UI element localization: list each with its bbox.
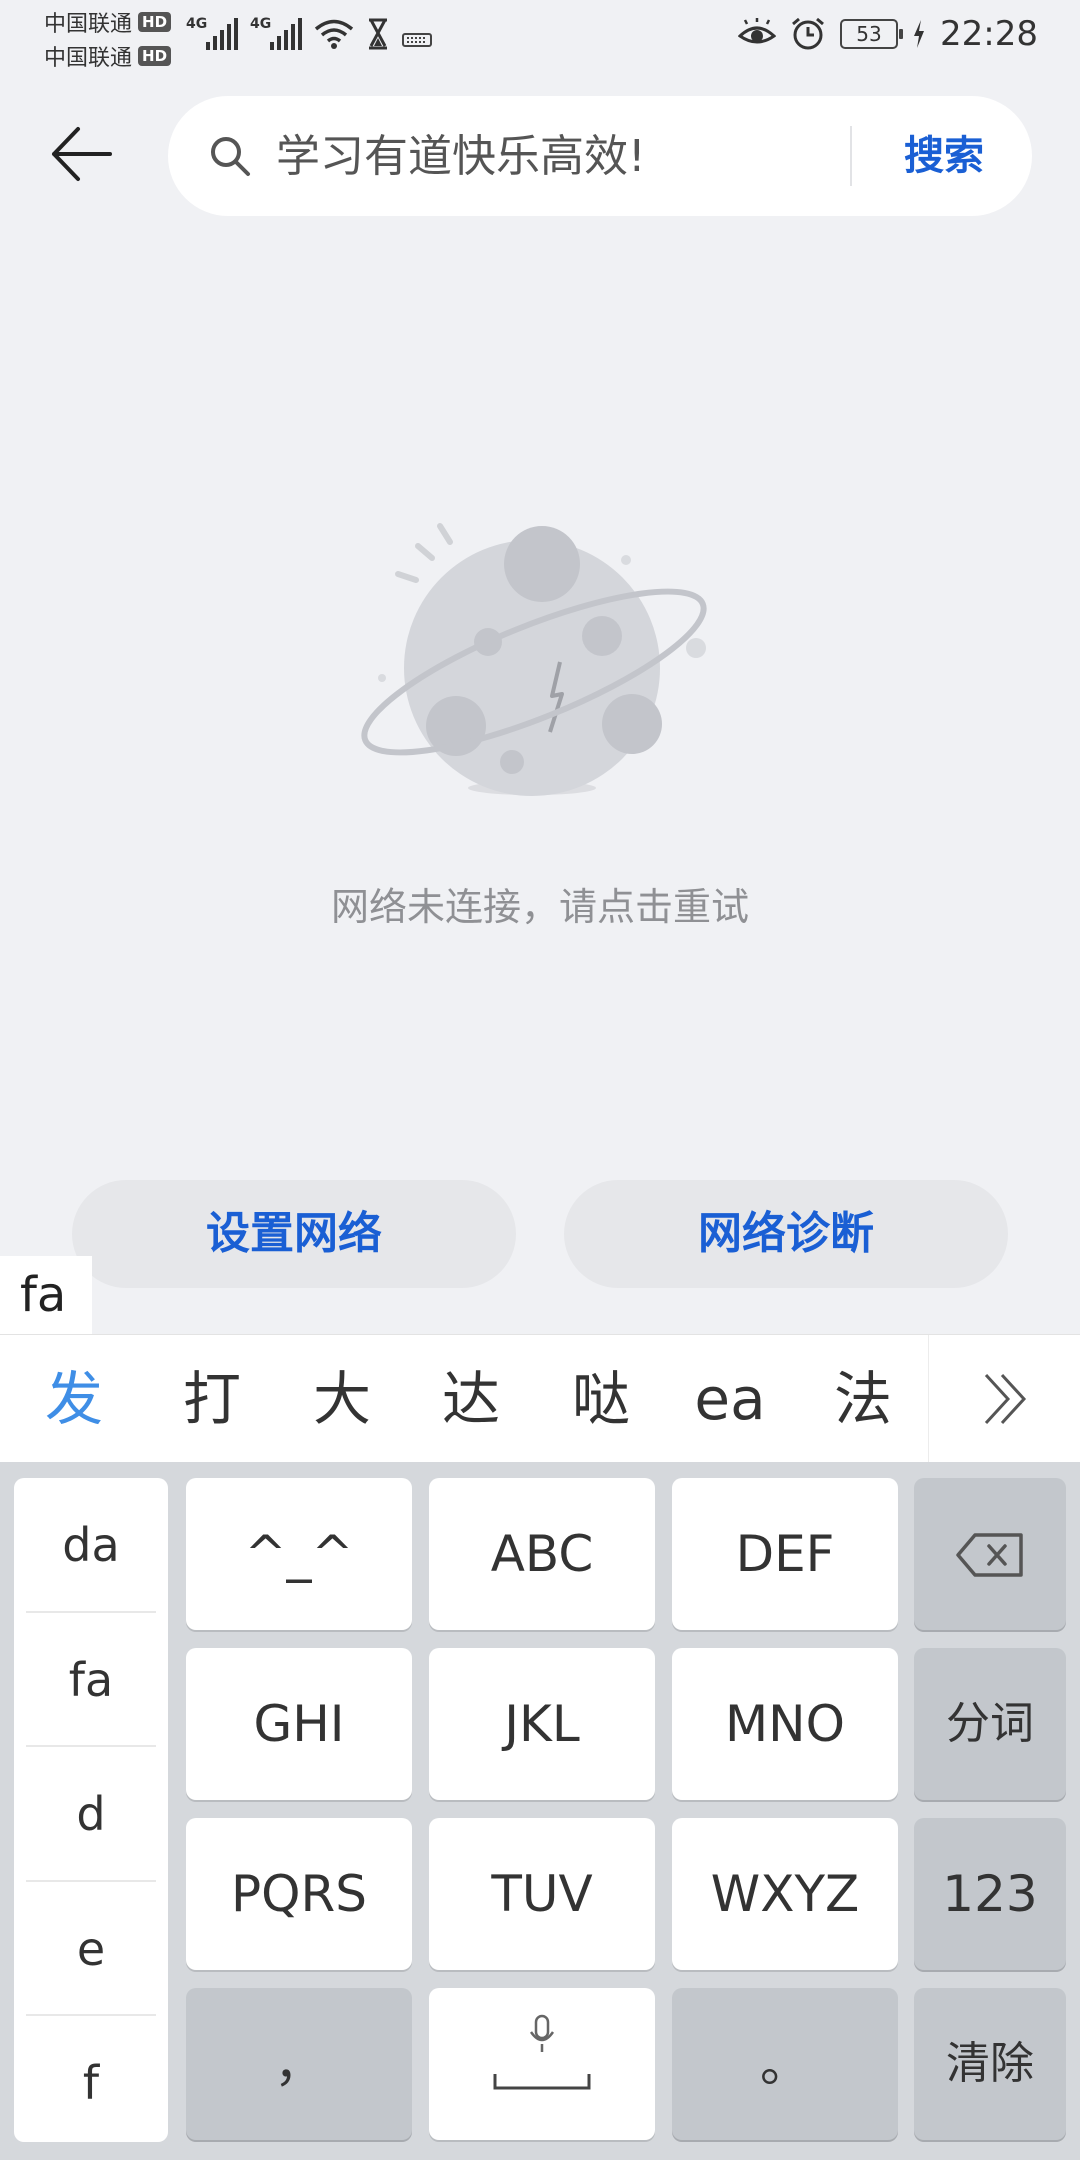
key-mno[interactable]: MNO (672, 1648, 898, 1800)
candidate-item[interactable]: 发 (45, 1335, 103, 1463)
key-numbers[interactable]: 123 (914, 1818, 1066, 1970)
expand-candidates-button[interactable] (928, 1335, 1080, 1463)
key-def[interactable]: DEF (672, 1478, 898, 1630)
microphone-icon (529, 2014, 555, 2052)
clock: 22:28 (940, 14, 1038, 54)
candidate-item[interactable]: 大 (313, 1335, 371, 1463)
signal-strength-icon: 4G (186, 16, 238, 50)
candidate-item[interactable]: ea (694, 1335, 765, 1463)
status-right: 53 22:28 (738, 14, 1038, 54)
search-icon (211, 137, 250, 176)
battery-indicator: 53 (840, 19, 904, 49)
back-button[interactable] (48, 122, 120, 194)
key-emoticon[interactable]: ^_^ (186, 1478, 412, 1630)
key-period[interactable]: 。 (672, 1988, 898, 2140)
key-segment[interactable]: 分词 (914, 1648, 1066, 1800)
network-error-message[interactable]: 网络未连接，请点击重试 (0, 876, 1080, 931)
charging-icon (914, 20, 925, 48)
carrier-1-name: 中国联通 (44, 12, 133, 37)
search-button[interactable]: 搜索 (884, 126, 1004, 186)
key-comma[interactable]: ， (186, 1988, 412, 2140)
search-bar: 搜索 (168, 96, 1032, 216)
ime-keyboard: da fa d e f ^_^ ABC DEF GHI JKL MNO 分词 P… (0, 1462, 1080, 2160)
hourglass-icon (369, 18, 387, 50)
space-bar-icon (493, 2074, 591, 2090)
key-tuv[interactable]: TUV (429, 1818, 655, 1970)
carrier-2-name: 中国联通 (44, 46, 133, 71)
back-arrow-icon (52, 127, 112, 181)
set-network-button[interactable]: 设置网络 (72, 1180, 516, 1288)
syllable-option[interactable]: fa (26, 1613, 156, 1748)
search-divider (850, 126, 852, 186)
syllable-option[interactable]: da (26, 1478, 156, 1613)
key-backspace[interactable] (914, 1478, 1066, 1630)
syllable-option[interactable]: e (26, 1882, 156, 2017)
double-chevron-right-icon (984, 1373, 1026, 1425)
network-diagnose-button[interactable]: 网络诊断 (564, 1180, 1008, 1288)
key-clear[interactable]: 清除 (914, 1988, 1066, 2140)
pinyin-syllable-list: da fa d e f (14, 1478, 168, 2142)
no-network-planet-icon (361, 523, 707, 796)
syllable-option[interactable]: d (26, 1747, 156, 1882)
backspace-icon (956, 1533, 1023, 1577)
key-jkl[interactable]: JKL (429, 1648, 655, 1800)
eye-comfort-icon (738, 18, 777, 44)
signal-strength-icon: 4G (250, 16, 302, 50)
key-pqrs[interactable]: PQRS (186, 1818, 412, 1970)
key-space[interactable] (429, 1988, 655, 2140)
carrier-1: 中国联通 HD (44, 6, 172, 38)
status-bar: 中国联通 HD 中国联通 HD 4G 4G 53 22:28 (0, 0, 1080, 78)
alarm-icon (792, 17, 824, 50)
key-ghi[interactable]: GHI (186, 1648, 412, 1800)
key-wxyz[interactable]: WXYZ (672, 1818, 898, 1970)
keyboard-icon (402, 33, 432, 47)
carrier-2: 中国联通 HD (44, 40, 172, 72)
wifi-icon (314, 19, 354, 49)
hd-badge: HD (138, 46, 172, 66)
ime-composing-text: fa (0, 1256, 92, 1334)
syllable-option[interactable]: f (26, 2016, 156, 2151)
hd-badge: HD (138, 12, 172, 32)
key-abc[interactable]: ABC (429, 1478, 655, 1630)
candidate-item[interactable]: 达 (442, 1335, 500, 1463)
candidate-item[interactable]: 法 (834, 1335, 892, 1463)
signal-icons: 4G 4G (186, 16, 432, 50)
candidate-item[interactable]: 哒 (572, 1335, 630, 1463)
ime-candidate-bar: 发 打 大 达 哒 ea 法 (0, 1334, 1080, 1463)
candidate-item[interactable]: 打 (183, 1335, 241, 1463)
